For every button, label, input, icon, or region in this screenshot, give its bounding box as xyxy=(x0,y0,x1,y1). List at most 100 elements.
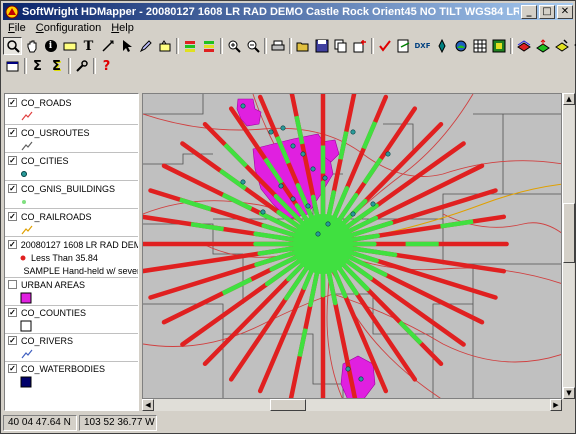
compass-icon[interactable] xyxy=(432,37,451,55)
legend-divider xyxy=(5,208,138,209)
app-window: SoftWright HDMapper - 20080127 1608 LR R… xyxy=(0,0,576,434)
layer-name: 20080127 1608 LR RAD DEMO C xyxy=(20,239,138,250)
legend-layer[interactable]: ✓ CO_CITIES xyxy=(5,154,138,181)
layer-down-icon[interactable] xyxy=(571,37,576,55)
legend-layer[interactable]: ✓ CO_GNIS_BUILDINGS xyxy=(5,182,138,209)
legend-layer[interactable]: ✓ CO_RIVERS xyxy=(5,334,138,361)
pointer-icon[interactable] xyxy=(117,37,136,55)
legend-layer[interactable]: ✓ CO_WATERBODIES xyxy=(5,362,138,389)
label-icon[interactable] xyxy=(60,37,79,55)
route-line-icon xyxy=(20,139,138,153)
coverage-layer xyxy=(143,94,509,398)
minimize-button[interactable]: _ xyxy=(521,4,537,19)
layer-checkbox[interactable]: ✓ xyxy=(8,336,17,345)
hand-pan-icon[interactable] xyxy=(22,37,41,55)
layer-up-icon[interactable] xyxy=(533,37,552,55)
status-bar: 40 04 47.64 N 103 52 36.77 W xyxy=(3,413,575,433)
legend-layer[interactable]: ✓ CO_COUNTIES xyxy=(5,306,138,333)
add-layer-icon[interactable] xyxy=(350,37,369,55)
open-folder-icon[interactable] xyxy=(293,37,312,55)
legend-panel: ✓ CO_ROADS ✓ CO_USROUTES ✓ CO_CITIES ✓ CO_GN… xyxy=(4,93,139,411)
tools-icon[interactable] xyxy=(72,57,91,75)
legend-divider xyxy=(5,180,138,181)
zoom-tool-icon[interactable] xyxy=(3,37,22,55)
coverage-radial-strong xyxy=(440,219,474,229)
horizontal-scroll-thumb[interactable] xyxy=(270,399,306,411)
main-toolbar: i T DXF xyxy=(3,36,576,56)
legend-layer[interactable]: ✓ CO_ROADS xyxy=(5,96,138,123)
scroll-right-icon[interactable]: ▶ xyxy=(550,399,562,411)
urban-swatch-icon xyxy=(20,291,138,305)
maximize-button[interactable]: □ xyxy=(539,4,555,19)
city-marker xyxy=(278,183,284,189)
grid-icon[interactable] xyxy=(470,37,489,55)
layer-checkbox[interactable]: ✓ xyxy=(8,128,17,137)
legend-layer[interactable]: ✓20080127 1608 LR RAD DEMO C Less Than 3… xyxy=(5,238,138,277)
menu-file[interactable]: File xyxy=(3,22,31,34)
checkmark-icon[interactable] xyxy=(375,37,394,55)
layer-edit-icon[interactable] xyxy=(552,37,571,55)
color-icon[interactable] xyxy=(451,37,470,55)
legend-divider xyxy=(5,152,138,153)
edit-icon[interactable] xyxy=(155,37,174,55)
county-swatch-icon xyxy=(20,319,138,333)
measure-icon[interactable] xyxy=(98,37,117,55)
close-button[interactable]: ✕ xyxy=(557,4,573,19)
vertical-scrollbar[interactable]: ▲ ▼ xyxy=(562,93,575,399)
print-icon[interactable] xyxy=(268,37,287,55)
legend-layer[interactable]: URBAN AREAS xyxy=(5,278,138,305)
layer-name: CO_RIVERS xyxy=(21,335,74,346)
vertical-scroll-thumb[interactable] xyxy=(563,203,575,263)
zoom-out-icon[interactable] xyxy=(243,37,262,55)
help-icon[interactable]: ? xyxy=(97,57,116,75)
layer-checkbox[interactable]: ✓ xyxy=(8,184,17,193)
layer-checkbox[interactable]: ✓ xyxy=(8,240,17,249)
map-icon[interactable] xyxy=(489,37,508,55)
horizontal-scrollbar[interactable]: ◀ ▶ xyxy=(142,399,562,411)
legend-layer[interactable]: ✓ CO_USROUTES xyxy=(5,126,138,153)
layer-checkbox[interactable]: ✓ xyxy=(8,364,17,373)
layer-checkbox[interactable]: ✓ xyxy=(8,308,17,317)
copy-icon[interactable] xyxy=(331,37,350,55)
toolbar-separator xyxy=(262,37,268,55)
layer-color-icon[interactable] xyxy=(514,37,533,55)
scroll-left-icon[interactable]: ◀ xyxy=(142,399,154,411)
longitude-readout: 103 52 36.77 W xyxy=(79,415,157,431)
menu-help[interactable]: Help xyxy=(106,22,139,34)
sigma-color-icon[interactable]: Σ xyxy=(47,57,66,75)
toolbar-separator xyxy=(22,57,28,75)
legend-divider xyxy=(5,124,138,125)
menu-configuration[interactable]: Configuration xyxy=(31,22,106,34)
info-icon[interactable]: i xyxy=(41,37,60,55)
legend-layer[interactable]: ✓ CO_RAILROADS xyxy=(5,210,138,237)
map-drawing[interactable] xyxy=(143,94,562,399)
city-marker xyxy=(240,103,246,109)
coverage-radial-strong xyxy=(398,320,423,345)
layer-props-icon[interactable] xyxy=(3,57,22,75)
scroll-down-icon[interactable]: ▼ xyxy=(563,387,575,399)
layer-checkbox[interactable]: ✓ xyxy=(8,98,17,107)
city-dot-icon xyxy=(20,167,138,181)
coverage-radial-strong xyxy=(190,221,224,232)
app-logo-icon xyxy=(5,5,19,19)
scroll-up-icon[interactable]: ▲ xyxy=(563,93,575,105)
layers-alt-icon[interactable] xyxy=(199,37,218,55)
save-icon[interactable] xyxy=(312,37,331,55)
layer-checkbox[interactable]: ✓ xyxy=(8,212,17,221)
layer-checkbox[interactable] xyxy=(8,280,17,289)
city-marker xyxy=(322,175,328,181)
layer-checkbox[interactable]: ✓ xyxy=(8,156,17,165)
sigma-icon[interactable]: Σ xyxy=(28,57,47,75)
legend-class: Less Than 35.84 xyxy=(19,251,138,264)
toolbar-separator xyxy=(369,37,375,55)
layers-icon[interactable] xyxy=(180,37,199,55)
city-marker xyxy=(268,129,274,135)
dxf-icon[interactable]: DXF xyxy=(413,37,432,55)
map-canvas[interactable] xyxy=(142,93,562,399)
city-marker xyxy=(345,366,351,372)
draw-icon[interactable] xyxy=(136,37,155,55)
text-tool-icon[interactable]: T xyxy=(79,37,98,55)
export-icon[interactable] xyxy=(394,37,413,55)
zoom-in-icon[interactable] xyxy=(224,37,243,55)
coverage-radial-strong xyxy=(221,277,253,296)
